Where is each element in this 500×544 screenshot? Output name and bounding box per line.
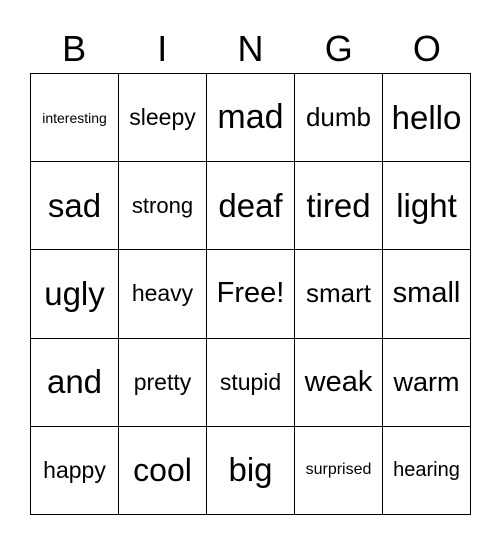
bingo-cell[interactable]: sad bbox=[31, 162, 119, 251]
bingo-cell[interactable]: and bbox=[31, 338, 119, 427]
header-letter-n: N bbox=[237, 28, 264, 69]
bingo-cell[interactable]: mad bbox=[207, 74, 295, 163]
bingo-header: B I N G O bbox=[30, 26, 471, 72]
bingo-cell[interactable]: small bbox=[383, 250, 471, 339]
bingo-cell[interactable]: heavy bbox=[119, 250, 207, 339]
header-letter-b: B bbox=[62, 28, 87, 69]
bingo-cell[interactable]: stupid bbox=[207, 338, 295, 427]
bingo-cell[interactable]: tired bbox=[295, 162, 383, 251]
bingo-cell[interactable]: warm bbox=[383, 338, 471, 427]
bingo-cell[interactable]: pretty bbox=[119, 338, 207, 427]
bingo-cell[interactable]: hello bbox=[383, 74, 471, 163]
bingo-cell[interactable]: smart bbox=[295, 250, 383, 339]
bingo-cell[interactable]: hearing bbox=[383, 426, 471, 515]
bingo-cell[interactable]: weak bbox=[295, 338, 383, 427]
bingo-cell[interactable]: sleepy bbox=[119, 74, 207, 163]
bingo-cell[interactable]: cool bbox=[119, 426, 207, 515]
bingo-cell[interactable]: strong bbox=[119, 162, 207, 251]
bingo-cell[interactable]: Free! bbox=[207, 250, 295, 339]
header-letter-o: O bbox=[412, 28, 441, 69]
bingo-cell[interactable]: happy bbox=[31, 426, 119, 515]
bingo-cell[interactable]: deaf bbox=[207, 162, 295, 251]
header-letter-i: I bbox=[157, 28, 168, 69]
bingo-cell[interactable]: surprised bbox=[295, 426, 383, 515]
bingo-cell[interactable]: dumb bbox=[295, 74, 383, 163]
bingo-cell[interactable]: big bbox=[207, 426, 295, 515]
bingo-cell[interactable]: interesting bbox=[31, 74, 119, 163]
bingo-grid: interesting sleepy mad dumb hello sad strong de… bbox=[30, 73, 471, 515]
header-letter-g: G bbox=[324, 28, 353, 69]
bingo-cell[interactable]: ugly bbox=[31, 250, 119, 339]
bingo-cell[interactable]: light bbox=[383, 162, 471, 251]
